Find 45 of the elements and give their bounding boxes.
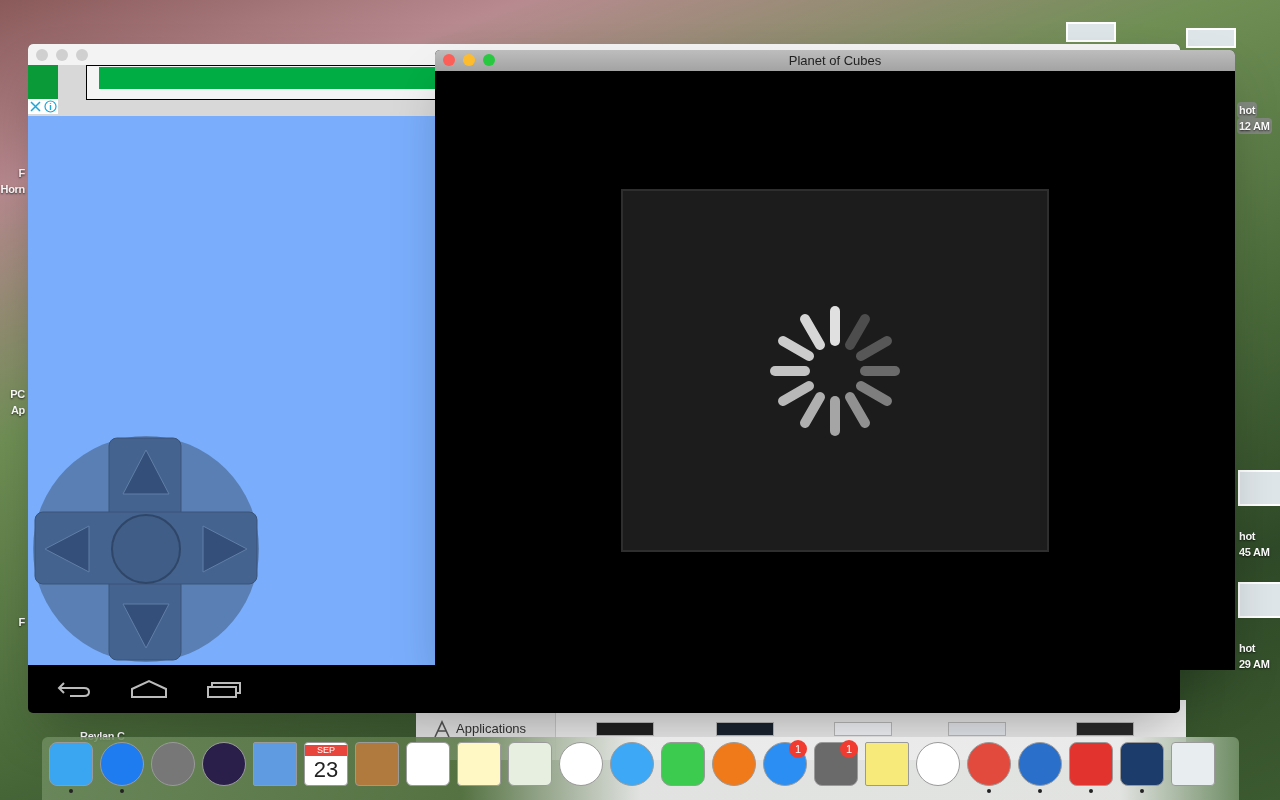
ad-banner[interactable] (28, 65, 435, 116)
info-icon (43, 99, 58, 114)
desktop-icon-label[interactable]: F (16, 614, 27, 630)
app-icon[interactable] (1120, 742, 1164, 786)
desktop-icon-label[interactable]: Ap (8, 402, 27, 418)
desktop-icon-label[interactable]: hot (1237, 102, 1258, 118)
desktop-icon-label[interactable]: PC (8, 386, 27, 402)
desktop-icon-label[interactable]: Reylan C (78, 728, 127, 744)
app-icon[interactable] (967, 742, 1011, 786)
desktop-icon-label[interactable]: hot (1237, 528, 1258, 544)
app-icon[interactable] (763, 742, 807, 786)
file-thumbnail[interactable] (834, 722, 892, 736)
applications-icon (432, 720, 452, 738)
desktop-icon-label[interactable]: hot (1237, 640, 1258, 656)
home-icon[interactable] (130, 679, 168, 699)
window-control-button[interactable] (56, 48, 68, 61)
desktop-icon-label[interactable]: 45 AM (1237, 544, 1272, 560)
desktop-icon-label[interactable]: F (16, 165, 27, 181)
back-icon[interactable] (56, 679, 92, 699)
file-thumbnail[interactable] (1076, 722, 1134, 736)
close-icon (28, 99, 43, 114)
sidebar-item[interactable]: Applications (456, 720, 527, 738)
close-button[interactable] (443, 54, 455, 66)
directional-pad[interactable] (31, 434, 261, 664)
notification-badge: 1 (840, 740, 858, 758)
calendar-month: SEP (305, 744, 347, 756)
file-thumbnail[interactable] (948, 722, 1006, 736)
file-thumbnail[interactable] (596, 722, 654, 736)
minimize-button[interactable] (463, 54, 475, 66)
window-control-button[interactable] (76, 48, 88, 61)
app-icon[interactable] (814, 742, 858, 786)
trash-icon[interactable] (1171, 742, 1215, 786)
desktop-icon-label[interactable]: 12 AM (1237, 118, 1272, 134)
window-title: Planet of Cubes (788, 51, 882, 70)
app-icon[interactable] (1018, 742, 1062, 786)
recent-apps-icon[interactable] (206, 679, 242, 699)
file-thumbnail[interactable] (716, 722, 774, 736)
app-icon[interactable] (406, 742, 450, 786)
app-icon[interactable]: SEP 23 (304, 742, 348, 786)
app-icon[interactable] (1069, 742, 1113, 786)
calendar-day: 23 (313, 755, 339, 784)
window-control-button[interactable] (36, 48, 48, 61)
app-icon[interactable] (202, 742, 246, 786)
desktop-icon-label[interactable]: 29 AM (1237, 656, 1272, 672)
notification-badge: 1 (789, 740, 807, 758)
